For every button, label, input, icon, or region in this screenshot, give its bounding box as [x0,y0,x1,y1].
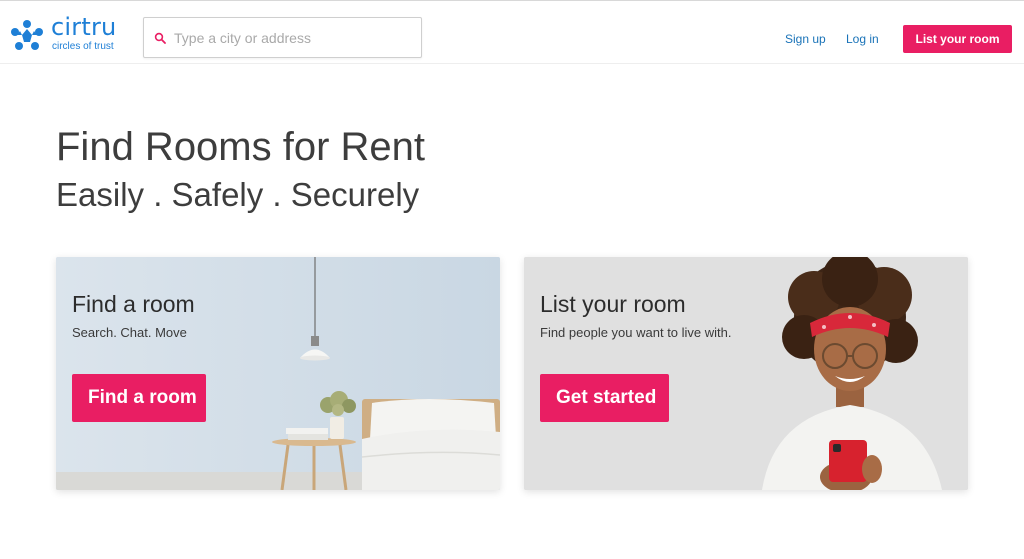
logo-wordmark: cirtru [51,13,117,41]
cirtru-logo[interactable]: cirtru circles of trust [10,13,125,55]
search-icon [154,32,166,44]
find-a-room-button[interactable]: Find a room [72,374,206,422]
list-room-card: List your room Find people you want to l… [524,257,968,490]
location-search-box[interactable] [143,17,422,58]
list-room-card-title: List your room [540,291,686,317]
page-subtitle: Easily . Safely . Securely [56,176,420,213]
find-room-card: Find a room Search. Chat. Move Find a ro… [56,257,500,490]
logo-tagline: circles of trust [52,41,114,52]
search-input[interactable] [174,26,414,50]
logo-people-icon [11,20,43,50]
top-navigation-bar: cirtru circles of trust Sign up Log in L… [0,0,1024,64]
sign-up-link[interactable]: Sign up [785,32,826,46]
get-started-button[interactable]: Get started [540,374,669,422]
list-your-room-button[interactable]: List your room [903,25,1012,53]
page-title: Find Rooms for Rent [56,125,426,169]
find-room-card-text: Search. Chat. Move [72,325,187,340]
list-room-card-text: Find people you want to live with. [540,325,732,340]
log-in-link[interactable]: Log in [846,32,879,46]
find-room-card-title: Find a room [72,291,195,317]
